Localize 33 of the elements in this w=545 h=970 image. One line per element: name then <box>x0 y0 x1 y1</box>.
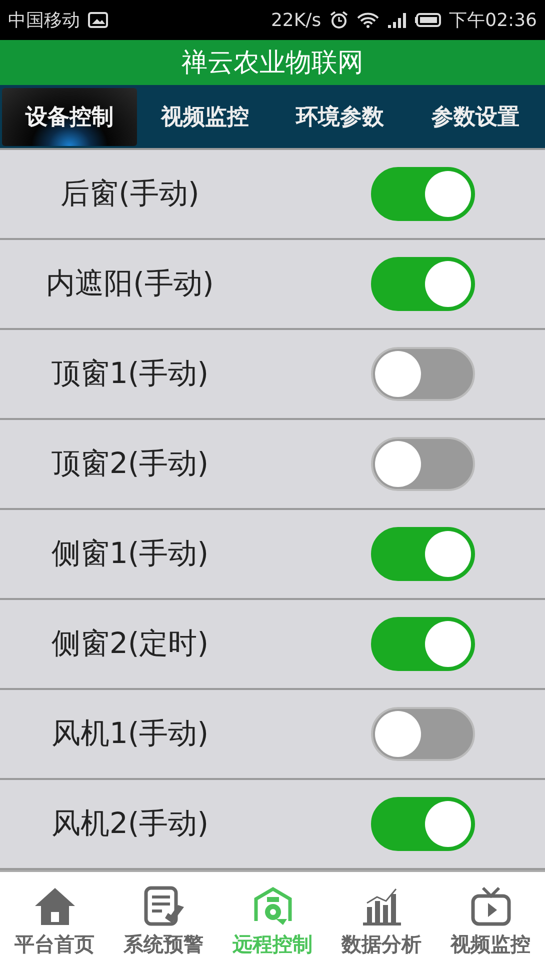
device-name: 侧窗1(手动) <box>50 535 210 572</box>
nav-item[interactable]: 平台首页 <box>0 872 109 970</box>
device-name: 风机1(手动) <box>50 715 210 752</box>
device-name: 后窗(手动) <box>60 175 200 212</box>
toggle-switch[interactable] <box>371 797 475 851</box>
toggle-switch[interactable] <box>371 527 475 581</box>
nav-item[interactable]: 视频监控 <box>436 872 545 970</box>
app-title: 禅云农业物联网 <box>182 47 364 80</box>
tab[interactable]: 设备控制 <box>2 88 138 146</box>
toggle-switch[interactable] <box>371 617 475 671</box>
device-name: 风机2(手动) <box>50 805 210 842</box>
image-icon <box>88 12 108 28</box>
battery-icon <box>415 13 442 27</box>
signal-icon <box>387 12 408 28</box>
toggle-switch[interactable] <box>371 437 475 491</box>
toggle-switch[interactable] <box>371 707 475 761</box>
device-name: 侧窗2(定时) <box>50 625 210 662</box>
nav-item[interactable]: 系统预警 <box>109 872 218 970</box>
network-speed: 22K/s <box>270 10 322 30</box>
tab[interactable]: 参数设置 <box>408 88 543 146</box>
device-name: 内遮阳(手动) <box>45 265 215 302</box>
tab[interactable]: 视频监控 <box>137 88 272 146</box>
device-name: 顶窗1(手动) <box>50 355 210 392</box>
toggle-switch[interactable] <box>371 167 475 221</box>
toggle-switch[interactable] <box>371 347 475 401</box>
nav-item[interactable]: 数据分析 <box>327 872 436 970</box>
device-name: 顶窗2(手动) <box>50 445 210 482</box>
alarm-icon <box>329 11 350 29</box>
wifi-icon <box>357 12 380 28</box>
clock-time: 下午02:36 <box>449 9 537 32</box>
tab[interactable]: 环境参数 <box>272 88 408 146</box>
toggle-switch[interactable] <box>371 257 475 311</box>
carrier-name: 中国移动 <box>8 9 80 32</box>
